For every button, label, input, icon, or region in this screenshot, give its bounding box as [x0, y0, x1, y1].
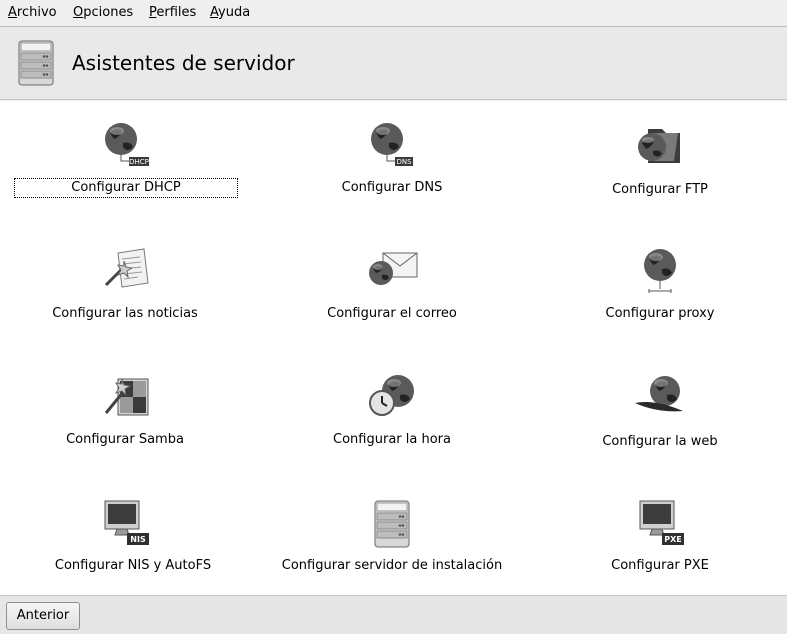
wizard-mail[interactable]: Configurar el correo	[292, 247, 492, 324]
nis-badge: NIS	[130, 535, 146, 544]
wizard-dns[interactable]: DNS Configurar DNS	[292, 121, 492, 198]
wizard-ftp[interactable]: Configurar FTP	[560, 121, 760, 198]
globe-folder-icon	[638, 129, 680, 163]
menu-archivo[interactable]: Archivo	[8, 5, 57, 20]
wizard-mail-label: Configurar el correo	[327, 306, 457, 321]
news-wand-icon	[104, 248, 149, 288]
menu-bar: Archivo Opciones Perfiles Ayuda	[0, 0, 787, 27]
wizard-time-label: Configurar la hora	[333, 432, 451, 447]
wizard-samba[interactable]: Configurar Samba	[25, 373, 225, 450]
globe-feather-icon	[635, 376, 683, 412]
wizard-grid: DHCP Configurar DHCP DNS Configurar DNS …	[0, 101, 787, 595]
menu-opciones[interactable]: Opciones	[73, 5, 133, 20]
wizard-dhcp[interactable]: DHCP Configurar DHCP	[14, 121, 238, 198]
globe-mail-icon	[369, 252, 418, 285]
menu-opciones-label: Opciones	[73, 5, 134, 20]
menu-perfiles-label: Perfiles	[149, 5, 197, 20]
wizard-time[interactable]: Configurar la hora	[292, 373, 492, 450]
dhcp-badge: DHCP	[129, 158, 149, 166]
wizard-pxe[interactable]: PXE Configurar PXE	[560, 499, 760, 576]
wizard-install-server-label: Configurar servidor de instalación	[281, 558, 503, 573]
globe-dns-icon: DNS	[371, 123, 413, 166]
wizard-nis-label: Configurar NIS y AutoFS	[54, 558, 212, 573]
menu-perfiles[interactable]: Perfiles	[149, 5, 196, 20]
monitor-nis-icon: NIS	[104, 500, 149, 545]
globe-dhcp-icon: DHCP	[105, 123, 149, 166]
globe-clock-icon	[369, 375, 414, 416]
globe-network-icon	[644, 249, 676, 293]
wizard-dhcp-label: Configurar DHCP	[14, 178, 238, 198]
server-icon	[18, 40, 54, 86]
footer-bar: Anterior	[0, 595, 787, 634]
wizard-web[interactable]: Configurar la web	[560, 373, 760, 450]
wizard-dns-label: Configurar DNS	[341, 180, 443, 195]
wizard-ftp-label: Configurar FTP	[612, 182, 708, 197]
menu-ayuda[interactable]: Ayuda	[210, 5, 250, 20]
monitor-pxe-icon: PXE	[639, 500, 684, 545]
wizard-samba-label: Configurar Samba	[66, 432, 184, 447]
wizard-proxy[interactable]: Configurar proxy	[560, 247, 760, 324]
wizard-news[interactable]: Configurar las noticias	[25, 247, 225, 324]
server-icon	[374, 500, 410, 548]
wizard-pxe-label: Configurar PXE	[611, 558, 709, 573]
menu-ayuda-label: Ayuda	[210, 5, 251, 20]
page-title: Asistentes de servidor	[72, 51, 295, 75]
samba-wand-icon	[104, 378, 149, 416]
wizard-proxy-label: Configurar proxy	[605, 306, 715, 321]
wizard-nis[interactable]: NIS Configurar NIS y AutoFS	[25, 499, 225, 576]
pxe-badge: PXE	[664, 535, 682, 544]
page-header: Asistentes de servidor	[0, 27, 787, 100]
wizard-web-label: Configurar la web	[602, 434, 718, 449]
dns-badge: DNS	[396, 158, 412, 166]
wizard-news-label: Configurar las noticias	[52, 306, 198, 321]
back-button[interactable]: Anterior	[6, 602, 80, 630]
wizard-install-server[interactable]: Configurar servidor de instalación	[282, 499, 502, 576]
menu-archivo-label: Archivo	[8, 5, 57, 20]
